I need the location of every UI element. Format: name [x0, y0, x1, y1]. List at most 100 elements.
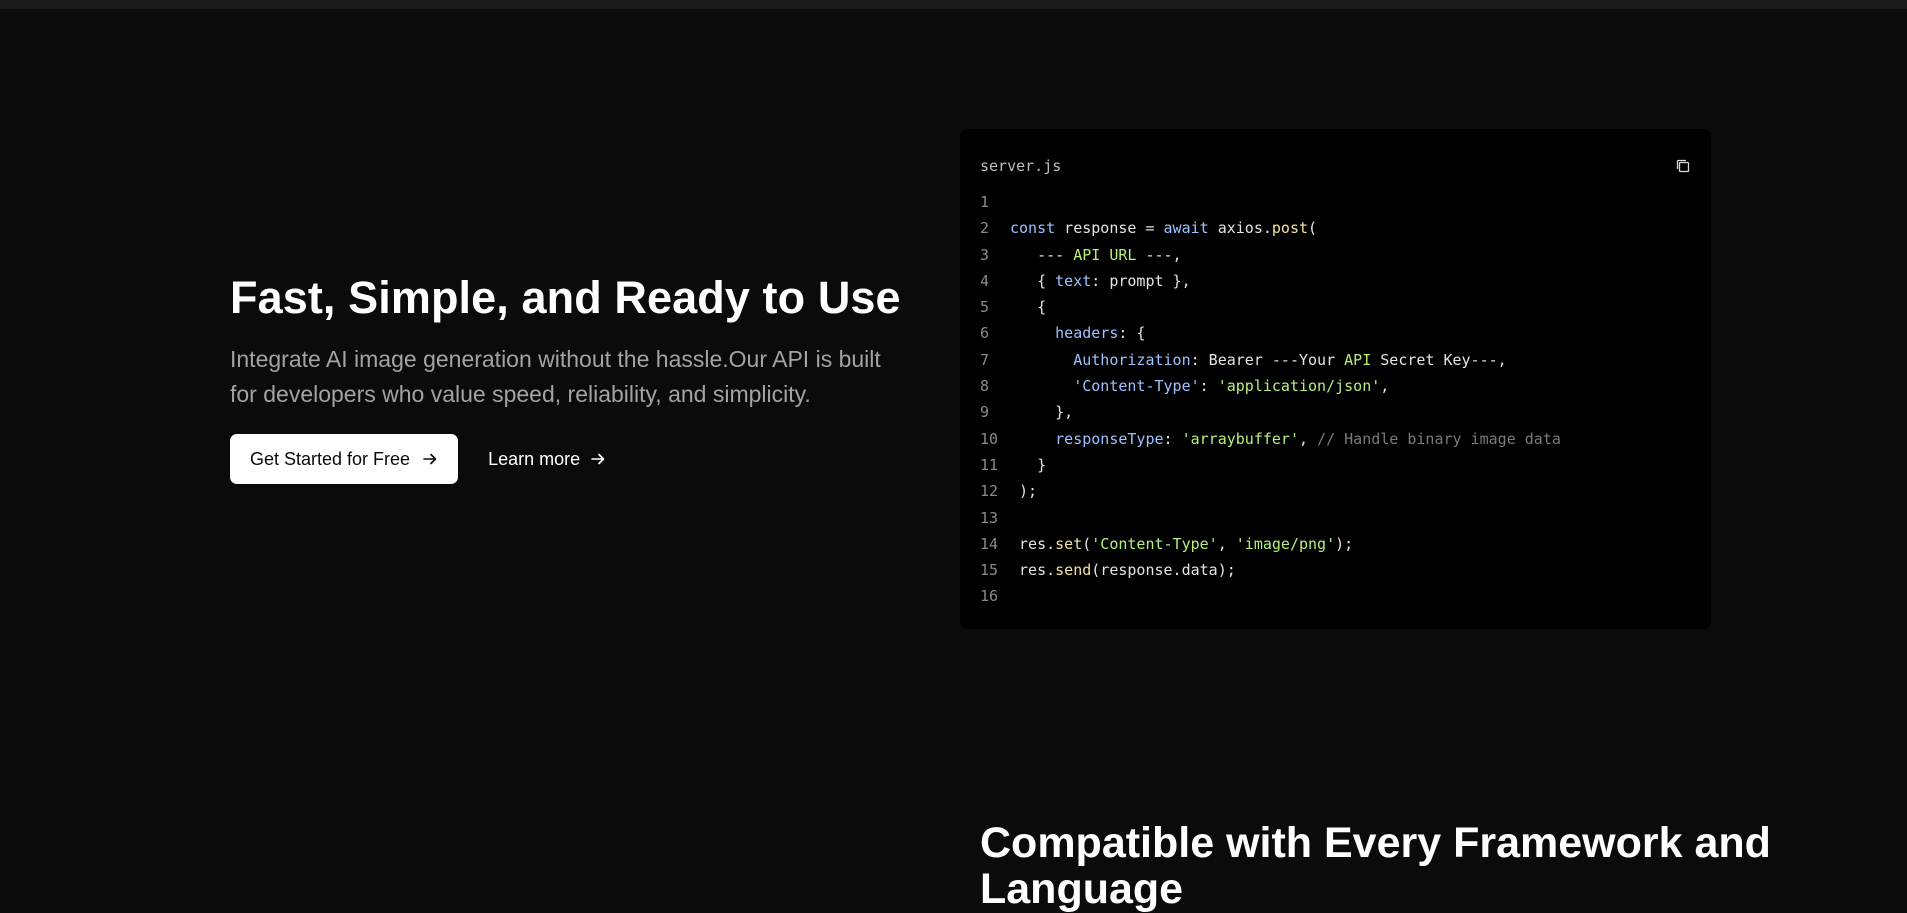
- line-number: 1: [980, 193, 990, 211]
- code-token: (: [1308, 219, 1318, 238]
- learn-more-link[interactable]: Learn more: [488, 449, 606, 470]
- code-token: headers: [1055, 324, 1119, 343]
- line-number: 10: [980, 429, 999, 448]
- code-token: (: [1082, 534, 1092, 553]
- line-number: 16: [980, 587, 999, 606]
- code-line: 5 {: [960, 294, 1711, 320]
- code-token: {: [1010, 271, 1056, 290]
- code-line: 2 const response = await axios.post(: [960, 215, 1711, 241]
- line-number: 11: [980, 455, 999, 474]
- code-text: const response = await axios.post(: [1010, 215, 1317, 241]
- learn-more-label: Learn more: [488, 448, 581, 469]
- code-text: {: [1010, 294, 1046, 320]
- code-token: API URL: [1073, 245, 1137, 264]
- code-token: :: [1163, 429, 1182, 448]
- code-token: text: [1055, 271, 1092, 290]
- code-token: :: [1199, 377, 1218, 396]
- code-token: {: [1010, 298, 1047, 317]
- code-token: axios.: [1208, 219, 1272, 238]
- code-token: );: [1335, 534, 1354, 553]
- code-line: 6 headers: {: [960, 320, 1711, 346]
- code-line: 15 res.send(response.data);: [960, 557, 1711, 583]
- code-token: ,: [1217, 534, 1236, 553]
- code-text: );: [1010, 478, 1037, 504]
- code-token: 'image/png': [1235, 534, 1336, 553]
- code-text: res.send(response.data);: [1010, 557, 1236, 583]
- code-token: res.: [1010, 534, 1056, 553]
- code-token: 'arraybuffer': [1181, 429, 1299, 448]
- code-token: : {: [1118, 324, 1146, 343]
- code-token: API: [1344, 350, 1372, 369]
- get-started-button[interactable]: Get Started for Free: [230, 434, 459, 484]
- hero-actions: Get Started for Free Learn more: [230, 434, 910, 484]
- code-token: ---,: [1136, 245, 1182, 264]
- code-token: ,: [1380, 377, 1390, 396]
- code-text: --- API URL ---,: [1010, 242, 1182, 268]
- hero-title: Fast, Simple, and Ready to Use: [230, 272, 901, 323]
- code-token: (response.data);: [1091, 561, 1236, 580]
- code-token: ,: [1299, 429, 1318, 448]
- code-token: 'Content-Type': [1073, 377, 1200, 396]
- code-line: 10 responseType: 'arraybuffer', // Handl…: [960, 426, 1711, 452]
- code-block: 1 2 const response = await axios.post(3 --…: [960, 189, 1711, 610]
- hero-section: Fast, Simple, and Ready to Use Integrate…: [230, 268, 910, 484]
- code-line: 12 );: [960, 478, 1711, 504]
- line-number: 15: [980, 561, 999, 580]
- code-token: send: [1055, 561, 1092, 580]
- code-snippet-card: server.js 1 2 const response = await axios…: [960, 129, 1711, 629]
- hero-subtitle: Integrate AI image generation without th…: [230, 346, 881, 407]
- get-started-label: Get Started for Free: [250, 448, 411, 469]
- code-text: }: [1010, 452, 1046, 478]
- code-line: 1: [960, 189, 1711, 215]
- code-filename: server.js: [980, 157, 1062, 175]
- code-token: responseType: [1055, 429, 1164, 448]
- code-token: Secret Key---,: [1371, 350, 1507, 369]
- code-text: { text: prompt },: [1010, 268, 1191, 294]
- line-number: 3: [980, 245, 990, 264]
- code-line: 4 { text: prompt },: [960, 268, 1711, 294]
- line-number: 9: [980, 403, 990, 422]
- code-text: 'Content-Type': 'application/json',: [1010, 373, 1389, 399]
- code-line: 3 --- API URL ---,: [960, 242, 1711, 268]
- code-token: Authorization: [1073, 350, 1191, 369]
- code-token: response =: [1055, 219, 1164, 238]
- code-token: // Handle binary image data: [1317, 429, 1561, 448]
- code-token: );: [1010, 482, 1038, 501]
- line-number: 6: [980, 324, 990, 343]
- copy-icon[interactable]: [1675, 158, 1691, 174]
- code-text: },: [1010, 399, 1073, 425]
- code-token: },: [1010, 403, 1074, 422]
- code-line: 16: [960, 583, 1711, 609]
- code-token: await: [1163, 219, 1209, 238]
- code-line: 9 },: [960, 399, 1711, 425]
- code-token: set: [1055, 534, 1083, 553]
- code-token: res.: [1010, 561, 1056, 580]
- line-number: 14: [980, 534, 999, 553]
- compatibility-section-title: Compatible with Every Framework and Lang…: [980, 819, 1771, 913]
- line-number: 4: [980, 271, 990, 290]
- arrow-right-icon: [591, 453, 605, 465]
- code-text: responseType: 'arraybuffer', // Handle b…: [1010, 426, 1561, 452]
- line-number: 7: [980, 350, 990, 369]
- line-number: 5: [980, 298, 990, 317]
- code-line: 13: [960, 505, 1711, 531]
- code-text: Authorization: Bearer ---Your API Secret…: [1010, 347, 1507, 373]
- code-token: 'Content-Type': [1091, 534, 1218, 553]
- code-token: 'application/json': [1217, 377, 1381, 396]
- line-number: 2: [980, 219, 990, 238]
- code-token: const: [1010, 219, 1056, 238]
- code-text: headers: {: [1010, 320, 1145, 346]
- line-number: 12: [980, 482, 999, 501]
- line-number: 13: [980, 508, 999, 527]
- code-token: : prompt },: [1091, 271, 1191, 290]
- code-token: }: [1010, 455, 1047, 474]
- code-line: 7 Authorization: Bearer ---Your API Secr…: [960, 347, 1711, 373]
- code-token: post: [1271, 219, 1309, 238]
- code-line: 8 'Content-Type': 'application/json',: [960, 373, 1711, 399]
- code-line: 11 }: [960, 452, 1711, 478]
- arrow-right-icon: [423, 453, 437, 465]
